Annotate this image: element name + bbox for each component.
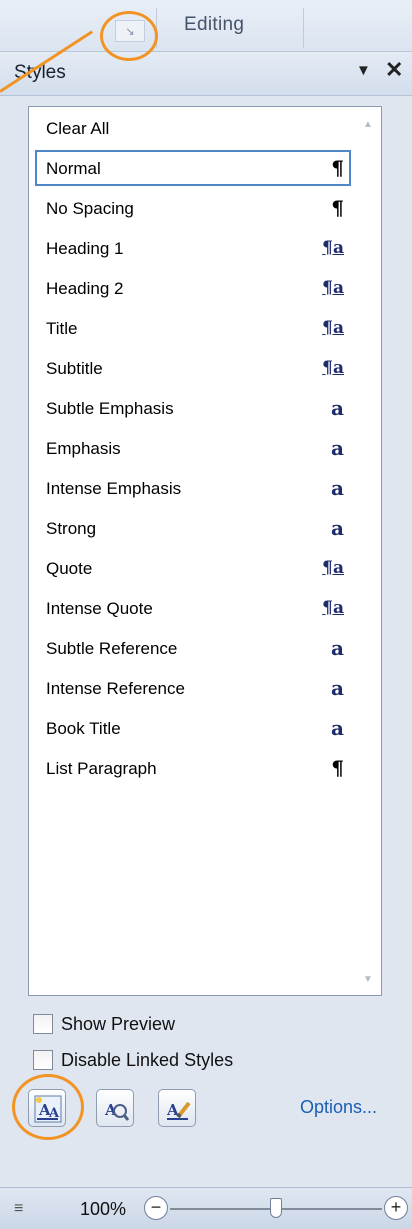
close-icon[interactable]: ✕: [385, 57, 403, 83]
disable-linked-checkbox[interactable]: [33, 1050, 53, 1070]
style-item-label: No Spacing: [46, 199, 134, 218]
style-item-label: Book Title: [46, 719, 121, 738]
style-item-label: Emphasis: [46, 439, 121, 458]
zoom-out-button[interactable]: −: [144, 1196, 168, 1220]
linked-style-icon: ¶a: [322, 318, 344, 338]
options-link[interactable]: Options...: [300, 1097, 377, 1118]
paragraph-style-icon: ¶: [331, 196, 344, 220]
disable-linked-label: Disable Linked Styles: [61, 1049, 234, 1070]
style-item-label: Quote: [46, 559, 93, 578]
style-item[interactable]: Heading 1 ¶a: [35, 230, 351, 266]
style-inspector-button[interactable]: A: [96, 1089, 134, 1127]
linked-style-icon: ¶a: [322, 358, 344, 378]
linked-style-icon: ¶a: [322, 278, 344, 298]
linked-style-icon: ¶a: [322, 598, 344, 618]
style-item-label: Title: [46, 319, 78, 338]
style-item[interactable]: Subtle Emphasis a: [35, 390, 351, 426]
status-bar: ≡ 100% − +: [0, 1187, 412, 1229]
style-item[interactable]: Title ¶a: [35, 310, 351, 346]
ribbon-group-editing[interactable]: Editing: [184, 14, 244, 36]
style-item[interactable]: No Spacing ¶: [35, 190, 351, 226]
style-item[interactable]: Subtitle ¶a: [35, 350, 351, 386]
character-style-icon: a: [331, 476, 344, 500]
style-item-label: Subtle Reference: [46, 639, 178, 658]
linked-style-icon: ¶a: [322, 238, 344, 258]
style-item-label: Subtle Emphasis: [46, 399, 174, 418]
zoom-in-button[interactable]: +: [384, 1196, 408, 1220]
style-item[interactable]: Intense Emphasis a: [35, 470, 351, 506]
style-item[interactable]: Clear All: [35, 110, 351, 146]
style-item-label: Subtitle: [46, 359, 103, 378]
show-preview-option[interactable]: Show Preview: [33, 1011, 175, 1037]
style-item-label: List Paragraph: [46, 759, 157, 778]
style-item-label: Normal: [46, 159, 101, 178]
ribbon-strip: ↘ Editing: [0, 0, 412, 52]
character-style-icon: a: [331, 396, 344, 420]
paragraph-style-icon: ¶: [331, 756, 344, 780]
style-item-label: Intense Reference: [46, 679, 185, 698]
style-item[interactable]: Quote ¶a: [35, 550, 351, 586]
highlight-circle: [100, 11, 158, 61]
character-style-icon: a: [331, 516, 344, 540]
style-item-label: Intense Emphasis: [46, 479, 182, 498]
ribbon-separator: [303, 8, 304, 48]
styles-list[interactable]: ▲ ▼ Clear All Normal ¶ No Spacing ¶ Heading 1…: [28, 106, 382, 996]
linked-style-icon: ¶a: [322, 558, 344, 578]
manage-styles-button[interactable]: A: [158, 1089, 196, 1127]
style-item-label: Heading 2: [46, 279, 124, 298]
style-item[interactable]: Strong a: [35, 510, 351, 546]
style-item[interactable]: List Paragraph ¶: [35, 750, 351, 786]
style-item-label: Intense Quote: [46, 599, 153, 618]
show-preview-checkbox[interactable]: [33, 1014, 53, 1034]
style-item-label: Clear All: [46, 119, 110, 138]
style-item-label: Strong: [46, 519, 97, 538]
style-item[interactable]: Heading 2 ¶a: [35, 270, 351, 306]
style-item[interactable]: Intense Reference a: [35, 670, 351, 706]
disable-linked-option[interactable]: Disable Linked Styles: [33, 1047, 233, 1073]
style-item[interactable]: Book Title a: [35, 710, 351, 746]
style-item-label: Heading 1: [46, 239, 124, 258]
style-item[interactable]: Intense Quote ¶a: [35, 590, 351, 626]
character-style-icon: a: [331, 436, 344, 460]
character-style-icon: a: [331, 716, 344, 740]
style-item[interactable]: Normal ¶: [35, 150, 351, 186]
pane-menu-icon[interactable]: ▼: [356, 62, 371, 79]
character-style-icon: a: [331, 636, 344, 660]
scroll-up-icon[interactable]: ▲: [363, 119, 373, 130]
zoom-slider-thumb[interactable]: [270, 1198, 282, 1218]
scrollbar[interactable]: ▲ ▼: [359, 107, 381, 995]
style-item[interactable]: Emphasis a: [35, 430, 351, 466]
show-preview-label: Show Preview: [61, 1013, 176, 1034]
style-inspector-icon: A: [104, 1101, 130, 1121]
draft-view-icon[interactable]: ≡: [14, 1200, 23, 1218]
scroll-down-icon[interactable]: ▼: [363, 974, 373, 985]
paragraph-style-icon: ¶: [331, 156, 344, 180]
zoom-level[interactable]: 100%: [80, 1199, 126, 1220]
character-style-icon: a: [331, 676, 344, 700]
styles-pane-header: Styles ▼ ✕: [0, 52, 412, 96]
highlight-circle: [12, 1074, 84, 1140]
manage-styles-icon: A: [166, 1101, 191, 1120]
style-item[interactable]: Subtle Reference a: [35, 630, 351, 666]
